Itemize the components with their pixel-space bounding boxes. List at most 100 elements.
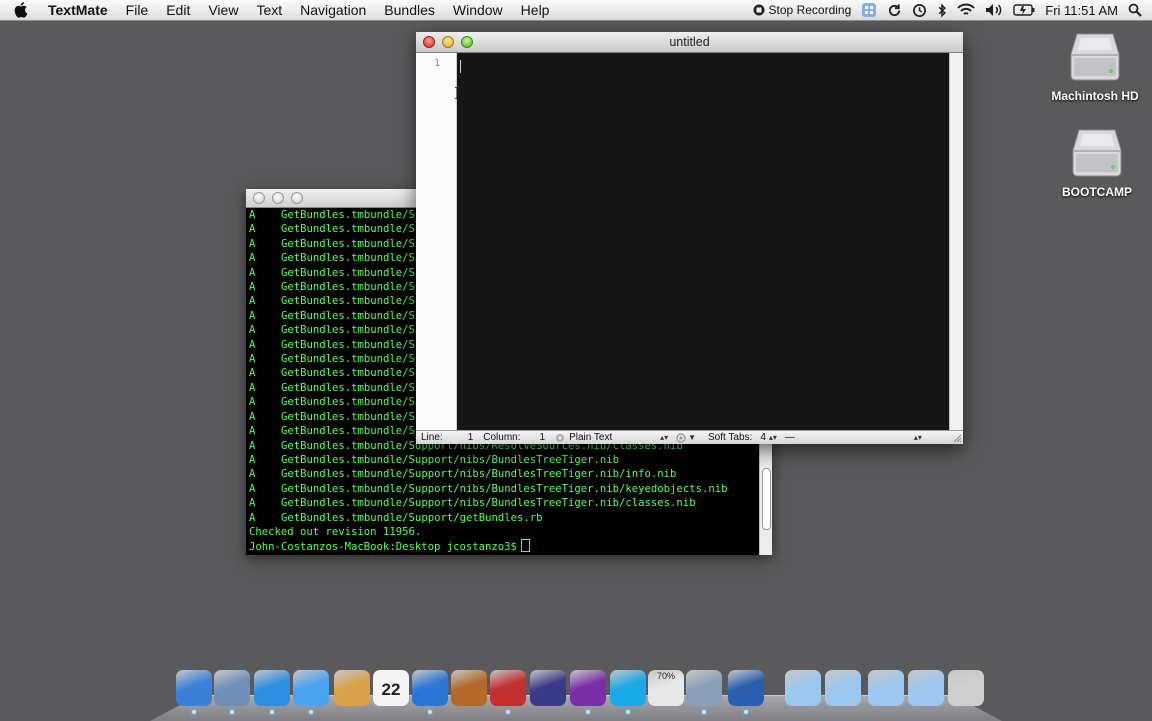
menu-view[interactable]: View	[199, 1, 247, 19]
svn-status-prefix: A	[249, 439, 256, 452]
svn-path: GetBundles.tmbundle/Sc	[281, 410, 422, 423]
running-indicator	[428, 710, 432, 714]
battery-icon[interactable]	[1013, 4, 1035, 16]
svn-status-prefix: A	[249, 266, 256, 279]
language-popup[interactable]: Plain Text ▴▾	[555, 431, 668, 444]
disk-label: Machintosh HD	[1051, 89, 1139, 103]
apple-menu-icon[interactable]	[14, 1, 30, 18]
volume-icon[interactable]	[985, 3, 1003, 17]
terminal-line: A GetBundles.tmbundle/Support/nibs/Bundle…	[249, 482, 758, 496]
soft-tabs-value: 4	[760, 432, 766, 443]
stop-recording-icon	[753, 4, 765, 16]
sync-icon[interactable]	[887, 3, 902, 18]
svn-path: GetBundles.tmbundle/Sc	[281, 367, 422, 380]
menu-bundles[interactable]: Bundles	[375, 1, 444, 19]
menu-edit[interactable]: Edit	[157, 1, 199, 19]
bundle-item-popup[interactable]: ▼	[676, 431, 696, 444]
downloads-folder-icon[interactable]	[868, 670, 904, 706]
svn-status-prefix: A	[249, 324, 256, 337]
wifi-icon[interactable]	[957, 3, 975, 17]
activity-percent: 70%	[656, 671, 675, 681]
documents-folder-icon[interactable]	[825, 670, 861, 706]
bluetooth-icon[interactable]	[937, 3, 947, 18]
dock: 22 70%	[172, 670, 992, 714]
textmate-window[interactable]: untitled 1 Line: 1 Column: 1 Plain Text …	[416, 32, 963, 444]
hard-drive-icon	[1072, 129, 1122, 177]
applications-folder-icon[interactable]	[785, 670, 821, 706]
preview-icon[interactable]	[214, 670, 250, 706]
svn-status-prefix: A	[249, 223, 256, 236]
trash-icon[interactable]	[948, 670, 984, 706]
line-number-gutter[interactable]: 1	[416, 53, 457, 430]
desktop-disk-macintosh-hd[interactable]: Machintosh HD	[1040, 28, 1150, 103]
spotlight-icon[interactable]	[1128, 3, 1142, 17]
editor-scrollbar[interactable]	[949, 53, 963, 430]
svn-path: GetBundles.tmbundle/Support/nibs/Bundles…	[281, 453, 620, 466]
svn-status-prefix: A	[249, 468, 256, 481]
menu-text[interactable]: Text	[247, 1, 291, 19]
address-book-icon[interactable]	[334, 670, 370, 706]
popup-arrows-icon: ▴▾	[768, 433, 777, 442]
running-indicator	[506, 710, 510, 714]
svn-status-prefix: A	[249, 482, 256, 495]
close-button[interactable]	[423, 36, 435, 48]
itunes-icon[interactable]	[412, 670, 448, 706]
desktop-disk-bootcamp[interactable]: BOOTCAMP	[1042, 124, 1152, 199]
zoom-button[interactable]	[461, 36, 473, 48]
close-button[interactable]	[253, 192, 265, 204]
stack-folder-icon[interactable]	[908, 670, 944, 706]
running-indicator	[586, 710, 590, 714]
textmate-titlebar[interactable]: untitled	[416, 32, 963, 53]
svn-path: GetBundles.tmbundle/Sc	[281, 425, 422, 438]
menu-navigation[interactable]: Navigation	[291, 1, 375, 19]
svn-status-prefix: A	[249, 497, 256, 510]
skype-icon[interactable]	[610, 670, 646, 706]
aperture-icon[interactable]	[570, 670, 606, 706]
window-title: untitled	[669, 35, 710, 49]
finder-icon[interactable]	[176, 670, 212, 706]
prompt-text: John-Costanzos-MacBook:Desktop jcostanzo…	[249, 541, 517, 553]
textmate-icon[interactable]	[490, 670, 526, 706]
activity-monitor-icon[interactable]: 70%	[648, 670, 684, 706]
spaces-icon[interactable]	[861, 2, 877, 18]
iphoto-icon[interactable]	[451, 670, 487, 706]
minimize-button[interactable]	[272, 192, 284, 204]
terminal-cursor	[520, 539, 530, 553]
svn-status-prefix: A	[249, 338, 256, 351]
eclipse-icon[interactable]	[530, 670, 566, 706]
safari-icon[interactable]	[254, 670, 290, 706]
svn-path: GetBundles.tmbundle/Sc	[281, 381, 422, 394]
svn-status-prefix: A	[249, 381, 256, 394]
menu-file[interactable]: File	[117, 1, 158, 19]
zoom-button[interactable]	[291, 192, 303, 204]
menu-window[interactable]: Window	[444, 1, 512, 19]
svn-status-prefix: A	[249, 209, 256, 221]
menu-app-textmate[interactable]: TextMate	[48, 1, 117, 19]
svn-path: GetBundles.tmbundle/Sc	[281, 252, 422, 265]
menu-bar: TextMate File Edit View Text Navigation …	[0, 0, 1152, 21]
shell-prompt[interactable]: John-Costanzos-MacBook:Desktop jcostanzo…	[249, 539, 758, 553]
time-machine-icon[interactable]	[912, 3, 927, 18]
line-label: Line:	[421, 432, 443, 443]
system-prefs-icon[interactable]	[686, 670, 722, 706]
menubar-clock[interactable]: Fri 11:51 AM	[1045, 3, 1118, 18]
svn-path: GetBundles.tmbundle/Support/nibs/Bundles…	[281, 482, 728, 495]
symbol-popup[interactable]: —	[785, 431, 911, 444]
ichat-icon[interactable]	[293, 670, 329, 706]
scrollbar-thumb[interactable]	[762, 468, 771, 530]
svn-path: GetBundles.tmbundle/Sc	[281, 281, 422, 294]
soft-tabs-label: Soft Tabs:	[708, 432, 753, 443]
resize-grip-icon[interactable]	[952, 433, 962, 443]
ical-icon[interactable]: 22	[373, 670, 409, 706]
stop-recording-item[interactable]: Stop Recording	[753, 3, 851, 17]
svn-status-prefix: A	[249, 425, 256, 438]
menu-help[interactable]: Help	[512, 1, 559, 19]
tab-size-popup[interactable]: Soft Tabs: 4 ▴▾	[708, 431, 777, 444]
popup-arrows-icon: ▴▾	[913, 433, 922, 442]
text-editor-area[interactable]	[457, 53, 949, 430]
minimize-button[interactable]	[442, 36, 454, 48]
svn-path: GetBundles.tmbundle/Support/getBundles.r…	[281, 511, 543, 524]
svn-path: GetBundles.tmbundle/Sc	[281, 223, 422, 236]
quicktime-icon[interactable]	[728, 670, 764, 706]
svn-status-prefix: A	[249, 295, 256, 308]
